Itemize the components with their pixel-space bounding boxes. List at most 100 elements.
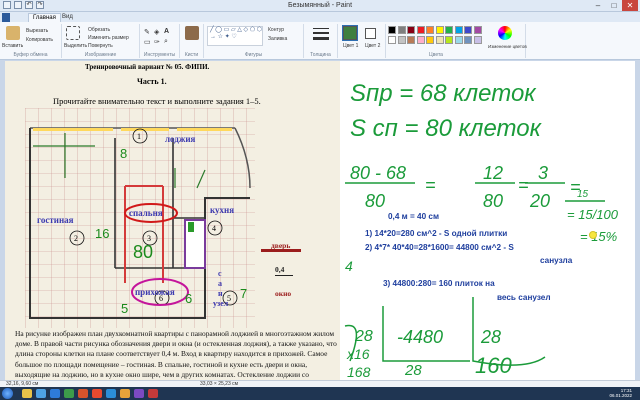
palette-swatch[interactable] <box>426 36 434 44</box>
skype-icon[interactable] <box>106 389 116 398</box>
app-icon-purple[interactable] <box>134 389 144 398</box>
size-line-3[interactable] <box>313 37 329 40</box>
copy-button[interactable]: Копировать <box>26 37 53 43</box>
clipboard-group-label: Буфер обмена <box>13 52 48 58</box>
window-title: Безымянный - Paint <box>287 2 353 9</box>
colors-group-label: Цвета <box>429 52 443 58</box>
hand-calc-168: 168 <box>347 364 371 380</box>
palette-swatch[interactable] <box>435 36 444 44</box>
file-explorer-icon[interactable] <box>22 389 32 398</box>
minimize-button[interactable]: – <box>590 0 606 11</box>
cut-button[interactable]: Вырезать <box>26 28 48 34</box>
hand-calc-28: 28 <box>354 328 373 345</box>
fill-button[interactable]: Заливка <box>268 36 287 42</box>
hand-calc-160: 160 <box>475 353 512 378</box>
hand-frac-20: 20 <box>529 191 550 211</box>
outline-button[interactable]: Контур <box>268 27 284 33</box>
pencil-icon[interactable]: ✎ <box>144 28 150 36</box>
hand-15-percent: = 15% <box>580 229 617 244</box>
chrome-icon[interactable] <box>92 389 102 398</box>
palette-swatch[interactable] <box>454 36 463 44</box>
ribbon: Вставить Вырезать Копировать Буфер обмен… <box>0 22 640 60</box>
palette-swatch[interactable] <box>473 36 482 44</box>
title-bar: ↶ ↷ Безымянный - Paint – □ ✕ <box>0 0 640 12</box>
hand-equals-1: = <box>425 175 436 195</box>
handwriting-layer: Sпр = 68 клеток S сп = 80 клеток 80 - 68… <box>344 80 619 380</box>
hand-frac-15: 15 <box>577 189 589 200</box>
tab-file[interactable] <box>2 13 10 22</box>
palette-swatch[interactable] <box>388 26 396 34</box>
eraser-icon[interactable]: ▭ <box>144 38 151 46</box>
palette-swatch[interactable] <box>426 26 434 34</box>
color2-swatch[interactable] <box>365 28 376 39</box>
edit-colors-group: Изменение цветов <box>486 24 527 58</box>
palette-swatch[interactable] <box>407 26 415 34</box>
word-icon[interactable] <box>50 389 60 398</box>
paint-canvas[interactable]: Тренировочный вариант № 05. ФИПИ. Часть … <box>5 61 635 380</box>
brush-icon[interactable] <box>185 26 199 40</box>
color1-swatch[interactable] <box>342 25 358 41</box>
hand-calc-28b: 28 <box>480 327 501 347</box>
ie-icon[interactable] <box>36 389 46 398</box>
palette-swatch[interactable] <box>407 36 415 44</box>
paint-taskbar-icon[interactable] <box>120 389 130 398</box>
status-bar: 32,16, 9,60 см 33,03 × 25,23 см <box>0 380 640 387</box>
paste-icon[interactable] <box>6 26 20 40</box>
resize-button[interactable]: Изменить размер <box>88 35 129 41</box>
hand-frac-3: 3 <box>538 163 548 183</box>
powerpoint-icon[interactable] <box>78 389 88 398</box>
clipboard-group: Вставить Вырезать Копировать Буфер обмен… <box>0 24 62 58</box>
note-line-1: 0,4 м = 40 см <box>388 212 440 221</box>
palette-swatch[interactable] <box>464 26 472 34</box>
hand-frac-80b: 80 <box>483 191 503 211</box>
palette-swatch[interactable] <box>397 26 406 34</box>
maximize-button[interactable]: □ <box>606 0 622 11</box>
shapes-group-label: Фигуры <box>244 52 263 58</box>
hand-s-pr: Sпр = 68 клеток <box>350 80 537 107</box>
palette-swatch[interactable] <box>445 36 453 44</box>
fill-icon[interactable]: ◈ <box>154 28 159 36</box>
select-button[interactable]: Выделить <box>64 43 87 49</box>
text-icon[interactable]: A <box>164 28 169 35</box>
palette-swatch[interactable] <box>397 36 406 44</box>
tab-view[interactable]: Вид <box>58 13 77 22</box>
hand-calc-4480: -4480 <box>397 327 443 347</box>
palette-swatch[interactable] <box>416 26 425 34</box>
yandex-icon[interactable] <box>148 389 158 398</box>
size-group-label: Толщина <box>310 52 331 58</box>
close-button[interactable]: ✕ <box>622 0 638 11</box>
palette-swatch[interactable] <box>416 36 425 44</box>
palette-swatch[interactable] <box>435 26 444 34</box>
rotate-button[interactable]: Повернуть <box>88 43 113 49</box>
hand-equals-2: = <box>518 175 529 195</box>
select-icon[interactable] <box>66 26 80 40</box>
tab-home[interactable]: Главная <box>28 13 61 22</box>
color1-label: Цвет 1 <box>343 43 359 49</box>
palette-swatch[interactable] <box>473 26 482 34</box>
shapes-group: ╱ ◯ ▭ ▱ △ ◇ ⬠ ⬡ → ☆ ✦ ♡ Контур Заливка Ф… <box>204 24 304 58</box>
canvas-area[interactable]: Тренировочный вариант № 05. ФИПИ. Часть … <box>0 61 640 380</box>
note-line-4b: весь санузел <box>497 293 551 302</box>
palette-swatch[interactable] <box>454 26 463 34</box>
crop-button[interactable]: Обрезать <box>88 27 110 33</box>
start-button[interactable] <box>2 388 13 399</box>
note-line-4: 3) 44800:280= 160 плиток на <box>383 279 495 288</box>
edit-colors-icon[interactable] <box>498 26 512 40</box>
taskbar-clock: 17:31 06.01.2022 <box>609 388 632 398</box>
size-line-1[interactable] <box>313 28 329 29</box>
shapes-gallery[interactable]: ╱ ◯ ▭ ▱ △ ◇ ⬠ ⬡ → ☆ ✦ ♡ <box>207 26 263 46</box>
hand-frac-100: = 15/100 <box>567 207 619 222</box>
tools-group-label: Инструменты <box>143 52 176 58</box>
note-line-2: 1) 14*20=280 см^2 - S одной плитки <box>365 229 508 238</box>
edit-colors-button[interactable]: Изменение цветов <box>488 44 527 49</box>
magnifier-icon[interactable]: ⌕ <box>164 38 168 46</box>
palette-swatch[interactable] <box>388 36 396 44</box>
size-line-2[interactable] <box>313 32 329 34</box>
excel-icon[interactable] <box>64 389 74 398</box>
palette-swatch[interactable] <box>445 26 453 34</box>
color-picker-icon[interactable]: ✑ <box>154 38 160 46</box>
pen-cursor-icon <box>589 231 597 239</box>
size-group: Толщина <box>304 24 338 58</box>
palette-swatch[interactable] <box>464 36 472 44</box>
paste-button[interactable]: Вставить <box>2 43 23 49</box>
